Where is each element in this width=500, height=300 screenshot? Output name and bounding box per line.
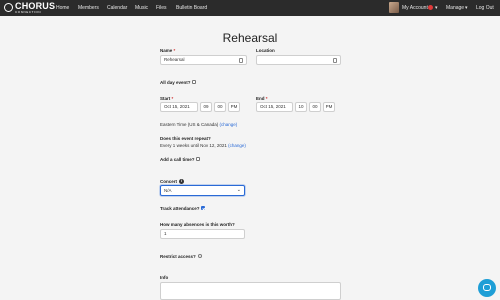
start-date-field[interactable]: Oct 15, 2021 (160, 102, 198, 112)
nav-home[interactable]: Home (56, 5, 69, 11)
name-label: Name * (160, 48, 176, 53)
concert-select[interactable]: N/A ⌄ (160, 185, 245, 196)
nav-members[interactable]: Members (78, 5, 99, 11)
account-caret-icon[interactable]: ▾ (435, 5, 438, 11)
all-day-label: All day event? (160, 80, 191, 85)
nav-files[interactable]: Files (156, 5, 167, 11)
field-menu-icon[interactable] (239, 58, 243, 63)
info-icon[interactable]: i (179, 179, 184, 184)
absences-field[interactable]: 1 (160, 229, 245, 239)
nav-bulletin-board[interactable]: Bulletin Board (176, 5, 207, 11)
start-minute-field[interactable]: 00 (214, 102, 226, 112)
end-hour-field[interactable]: 10 (295, 102, 307, 112)
timezone-text: Eastern Time (US & Canada) (160, 122, 219, 127)
repeat-until-text: weeks until Nov 12, 2021 (176, 143, 227, 148)
chorus-connection-logo[interactable]: CHORUS CONNECTION (4, 1, 55, 15)
logo-icon (4, 3, 13, 12)
repeat-count: 1 (172, 143, 176, 148)
restrict-access-radio[interactable] (198, 254, 202, 258)
logo-subtext: CONNECTION (15, 10, 42, 14)
concert-select-value: N/A (164, 188, 172, 193)
location-label: Location (256, 48, 275, 53)
call-time-checkbox[interactable] (196, 157, 200, 161)
start-hour-field[interactable]: 09 (200, 102, 212, 112)
info-label: Info (160, 275, 169, 280)
absences-label: How many absences is this worth? (160, 222, 235, 227)
field-menu-icon[interactable] (333, 58, 337, 63)
repeat-change-link[interactable]: (change) (228, 143, 246, 148)
top-navbar: CHORUS CONNECTION Home Members Calendar … (0, 0, 500, 16)
logout-link[interactable]: Log Out (476, 5, 494, 11)
chat-icon (483, 284, 491, 291)
all-day-checkbox[interactable] (192, 80, 196, 84)
repeat-every-text: Every (160, 143, 172, 148)
restrict-access-label: Restrict access? (160, 254, 196, 259)
track-attendance-label: Track attendance? (160, 206, 200, 211)
timezone-row: Eastern Time (US & Canada) (change) (160, 122, 237, 127)
page-title: Rehearsal (222, 31, 278, 45)
location-field[interactable] (256, 55, 341, 65)
end-label: End * (256, 96, 268, 101)
nav-music[interactable]: Music (135, 5, 148, 11)
name-value: Rehearsal (164, 57, 185, 62)
end-date-field[interactable]: Oct 15, 2021 (256, 102, 293, 112)
name-field[interactable]: Rehearsal (160, 55, 247, 65)
timezone-change-link[interactable]: (change) (220, 122, 238, 127)
my-account-menu[interactable]: My Account (402, 5, 428, 11)
call-time-label: Add a call time? (160, 157, 195, 162)
track-attendance-checkbox[interactable] (201, 206, 205, 210)
manage-menu[interactable]: Manage (446, 5, 464, 11)
start-ampm-toggle[interactable]: PM (228, 102, 240, 112)
nav-calendar[interactable]: Calendar (107, 5, 127, 11)
repeat-label: Does this event repeat? (160, 136, 211, 141)
chat-button[interactable] (478, 279, 496, 297)
repeat-summary: Every 1 weeks until Nov 12, 2021 (change… (160, 143, 246, 148)
chevron-down-icon: ⌄ (236, 187, 241, 193)
concert-label: Concert (160, 179, 178, 184)
manage-caret-icon[interactable]: ▾ (465, 5, 468, 11)
avatar[interactable] (389, 2, 399, 13)
notification-dot (428, 5, 433, 10)
end-minute-field[interactable]: 00 (309, 102, 321, 112)
start-label: Start * (160, 96, 174, 101)
info-textarea[interactable] (160, 282, 341, 300)
end-ampm-toggle[interactable]: PM (323, 102, 335, 112)
